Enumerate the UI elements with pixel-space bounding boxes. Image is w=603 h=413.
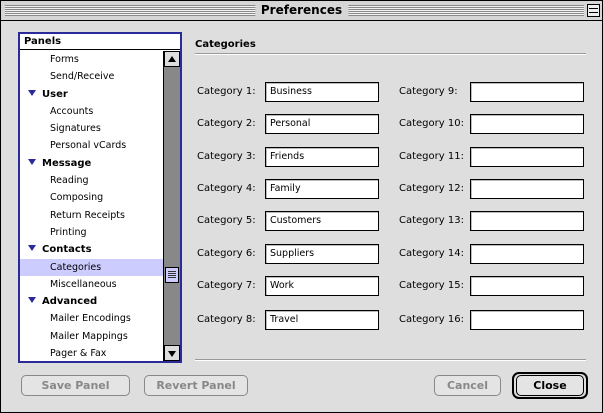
arrow-down-icon — [168, 351, 176, 357]
panels-header: Panels — [20, 34, 180, 50]
category-13-field[interactable] — [470, 211, 584, 231]
panel-item-printing[interactable]: Printing — [20, 224, 163, 241]
panel-item-label: Accounts — [50, 105, 94, 117]
scroll-up-button[interactable] — [164, 51, 180, 67]
panel-item-categories[interactable]: Categories — [20, 258, 163, 276]
title-bar[interactable]: Preferences — [1, 1, 602, 21]
category-14-field[interactable] — [470, 244, 584, 264]
category-2-field[interactable]: Personal — [265, 114, 379, 134]
panel-item-miscellaneous[interactable]: Miscellaneous — [20, 276, 163, 293]
disclosure-triangle-icon[interactable] — [28, 297, 36, 304]
panel-item-label: Categories — [50, 261, 102, 273]
category-10-label: Category 10: — [399, 118, 464, 129]
arrow-up-icon — [168, 56, 176, 62]
category-15-field[interactable] — [470, 276, 584, 296]
panel-item-signatures[interactable]: Signatures — [20, 120, 163, 137]
category-3-label: Category 3: — [197, 151, 256, 162]
bottom-divider — [195, 359, 586, 361]
close-button[interactable]: Close — [516, 375, 584, 396]
save-panel-button[interactable]: Save Panel — [21, 375, 130, 396]
panel-item-accounts[interactable]: Accounts — [20, 103, 163, 120]
category-16-label: Category 16: — [399, 314, 464, 325]
panel-item-label: Mailer Mappings — [50, 330, 128, 342]
category-4-label: Category 4: — [197, 183, 256, 194]
panels-list-box: Panels Forms Send/Receive User Accounts Sign… — [18, 32, 182, 363]
panel-item-label: Message — [42, 157, 92, 169]
panel-item-return-receipts[interactable]: Return Receipts — [20, 207, 163, 224]
category-13-label: Category 13: — [399, 215, 464, 226]
category-3-field[interactable]: Friends — [265, 147, 379, 167]
category-7-label: Category 7: — [197, 280, 256, 291]
category-5-field[interactable]: Customers — [265, 211, 379, 231]
preferences-window: Preferences Panels Forms Send/Receive User… — [0, 0, 603, 413]
panel-item-label: Pager & Fax — [50, 348, 107, 360]
panel-item-label: Signatures — [50, 123, 101, 135]
category-6-field[interactable]: Suppliers — [265, 244, 379, 264]
category-6-label: Category 6: — [197, 248, 256, 259]
cancel-button[interactable]: Cancel — [434, 375, 501, 396]
category-5-label: Category 5: — [197, 215, 256, 226]
section-divider — [195, 53, 586, 55]
category-7-field[interactable]: Work — [265, 276, 379, 296]
panels-list: Forms Send/Receive User Accounts Signatures P… — [20, 51, 164, 361]
panel-item-label: Composing — [50, 192, 104, 204]
category-8-label: Category 8: — [197, 314, 256, 325]
panel-item-composing[interactable]: Composing — [20, 189, 163, 206]
category-16-field[interactable] — [470, 310, 584, 330]
category-14-label: Category 14: — [399, 248, 464, 259]
category-11-field[interactable] — [470, 147, 584, 167]
panel-item-label: Return Receipts — [50, 209, 125, 221]
category-12-field[interactable] — [470, 179, 584, 199]
window-title: Preferences — [254, 3, 349, 18]
category-15-label: Category 15: — [399, 280, 464, 291]
disclosure-triangle-icon[interactable] — [28, 89, 36, 96]
category-9-field[interactable] — [470, 82, 584, 102]
panel-item-reading[interactable]: Reading — [20, 172, 163, 189]
panel-item-label: Printing — [50, 226, 87, 238]
panel-item-label: Forms — [50, 54, 79, 65]
section-title: Categories — [195, 39, 256, 50]
revert-panel-button[interactable]: Revert Panel — [144, 375, 248, 396]
category-9-label: Category 9: — [399, 86, 458, 97]
panel-item-personal-vcards[interactable]: Personal vCards — [20, 137, 163, 154]
panel-item-mailer-encodings[interactable]: Mailer Encodings — [20, 310, 163, 327]
category-10-field[interactable] — [470, 114, 584, 134]
category-12-label: Category 12: — [399, 183, 464, 194]
category-4-field[interactable]: Family — [265, 179, 379, 199]
panel-group-message[interactable]: Message — [20, 155, 163, 172]
panels-scrollbar[interactable] — [164, 51, 180, 361]
panel-item-label: Mailer Encodings — [50, 313, 131, 325]
panel-item-mailer-mappings[interactable]: Mailer Mappings — [20, 328, 163, 345]
panel-item-label: Reading — [50, 175, 89, 187]
panel-group-user[interactable]: User — [20, 86, 163, 103]
panel-group-contacts[interactable]: Contacts — [20, 241, 163, 258]
panel-item-forms[interactable]: Forms — [20, 51, 163, 68]
scroll-down-button[interactable] — [164, 345, 180, 361]
panel-item-pager-fax[interactable]: Pager & Fax — [20, 345, 163, 361]
category-1-field[interactable]: Business — [265, 82, 379, 102]
panel-group-advanced[interactable]: Advanced — [20, 293, 163, 310]
category-2-label: Category 2: — [197, 118, 256, 129]
panel-item-label: Miscellaneous — [50, 278, 117, 290]
panel-item-label: Send/Receive — [50, 71, 115, 83]
scroll-thumb[interactable] — [165, 267, 179, 283]
category-11-label: Category 11: — [399, 151, 464, 162]
panel-item-label: User — [42, 88, 68, 100]
panel-item-label: Advanced — [42, 296, 98, 308]
panel-item-send-receive[interactable]: Send/Receive — [20, 68, 163, 85]
category-8-field[interactable]: Travel — [265, 310, 379, 330]
collapse-box-icon[interactable] — [587, 4, 600, 17]
panel-item-label: Personal vCards — [50, 140, 127, 152]
category-1-label: Category 1: — [197, 86, 256, 97]
disclosure-triangle-icon[interactable] — [28, 245, 36, 252]
disclosure-triangle-icon[interactable] — [28, 158, 36, 165]
panel-item-label: Contacts — [42, 244, 92, 256]
